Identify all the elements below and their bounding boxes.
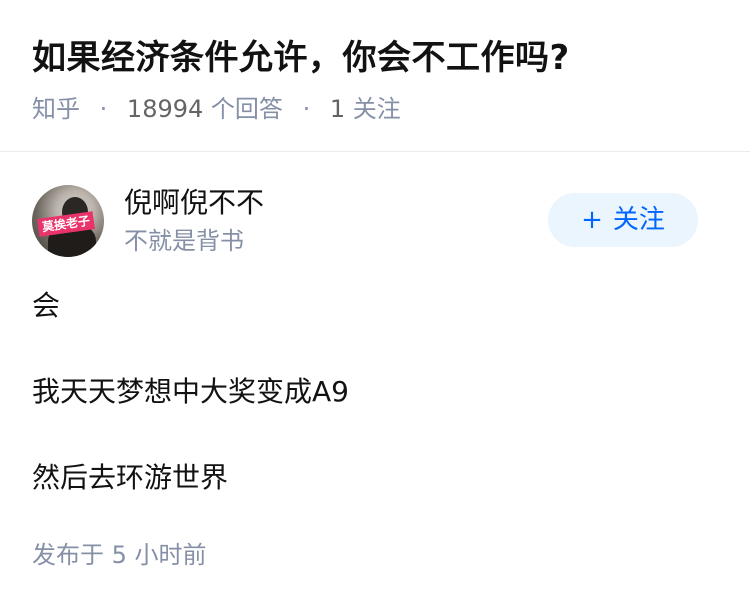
post-time-prefix: 发布于: [32, 541, 104, 569]
follower-count: 1: [329, 95, 346, 123]
meta-separator: ·: [99, 95, 108, 123]
answer-paragraph: 我天天梦想中大奖变成A9: [32, 375, 349, 408]
author-row: 莫挨老子 倪啊倪不不 不就是背书 + 关注: [32, 185, 698, 259]
author-name[interactable]: 倪啊倪不不: [124, 185, 264, 221]
avatar[interactable]: 莫挨老子: [32, 185, 104, 257]
answer-count: 18994: [126, 95, 204, 123]
answer-body: 会 我天天梦想中大奖变成A9 然后去环游世界: [32, 286, 718, 544]
post-time: 发布于 5 小时前: [32, 538, 207, 572]
follower-count-label: 关注: [352, 95, 401, 123]
post-time-value: 5 小时前: [111, 541, 207, 569]
author-bio: 不就是背书: [124, 227, 244, 255]
question-title[interactable]: 如果经济条件允许，你会不工作吗?: [32, 34, 718, 82]
question-header: 如果经济条件允许，你会不工作吗? 知乎 · 18994 个回答 · 1 关注: [32, 34, 718, 126]
plus-icon: +: [581, 205, 603, 235]
source-label[interactable]: 知乎: [32, 95, 80, 123]
meta-separator: ·: [302, 95, 311, 123]
section-divider: [0, 151, 750, 152]
answer-count-label: 个回答: [210, 95, 283, 123]
follow-button[interactable]: + 关注: [548, 193, 698, 247]
follow-label: 关注: [612, 205, 665, 235]
answer-paragraph: 然后去环游世界: [32, 461, 229, 494]
question-meta: 知乎 · 18994 个回答 · 1 关注: [32, 92, 718, 126]
answer-paragraph: 会: [32, 289, 61, 322]
